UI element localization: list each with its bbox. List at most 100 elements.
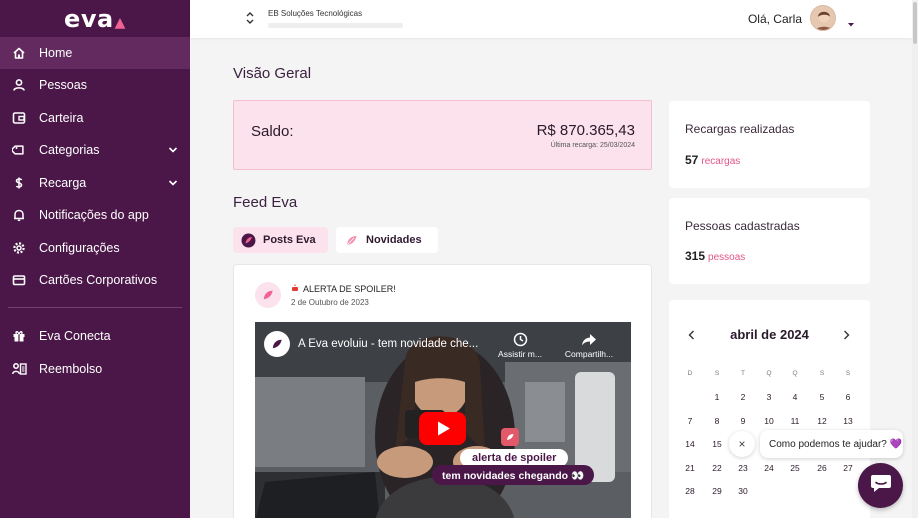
calendar-day[interactable]: 14 [679, 439, 701, 449]
calendar-day[interactable]: 21 [679, 463, 701, 473]
watch-later-button[interactable]: Assistir m... [488, 332, 552, 359]
page-scrollbar[interactable] [912, 0, 918, 518]
calendar-next-button[interactable] [839, 328, 853, 342]
sidebar-item-label: Configurações [39, 240, 120, 255]
sidebar-item-configuracoes[interactable]: Configurações [0, 232, 190, 265]
calendar-day[interactable]: 27 [837, 463, 859, 473]
sidebar-item-label: Reembolso [39, 361, 103, 376]
eva-circle-icon [241, 233, 256, 248]
logo-text: eva [64, 4, 114, 33]
feed-title: Feed Eva [233, 194, 298, 211]
bell-icon [10, 206, 28, 224]
video-player[interactable]: A Eva evoluiu - tem novidade che... Assi… [255, 322, 631, 518]
calendar-weekday: S [819, 370, 825, 377]
people-label: Pessoas cadastradas [685, 219, 800, 233]
scrollbar-thumb[interactable] [913, 2, 917, 44]
chevron-down-icon[interactable] [168, 177, 178, 191]
calendar-day[interactable]: 30 [732, 486, 754, 496]
eva-avatar [255, 282, 281, 308]
share-icon [557, 332, 621, 348]
sidebar-item-notificacoes[interactable]: Notificações do app [0, 199, 190, 232]
calendar-day[interactable]: 4 [784, 392, 806, 402]
sidebar-item-label: Recarga [39, 175, 87, 190]
calendar-day[interactable]: 22 [706, 463, 728, 473]
recharges-value: 57 recargas [685, 153, 740, 167]
calendar-weekday: D [687, 370, 693, 377]
company-name: EB Soluções Tecnológicas [268, 9, 363, 18]
company-switcher[interactable]: EB Soluções Tecnológicas [246, 9, 403, 30]
gear-icon [10, 239, 28, 257]
calendar-day[interactable]: 13 [837, 416, 859, 426]
sidebar-item-pessoas[interactable]: Pessoas [0, 69, 190, 102]
sidebar-item-label: Eva Conecta [39, 329, 111, 344]
calendar-day[interactable]: 12 [811, 416, 833, 426]
balance-value: R$ 870.365,43 [536, 122, 635, 139]
calendar-weekday: S [845, 370, 851, 377]
watch-later-label: Assistir m... [498, 349, 542, 359]
sidebar-item-home[interactable]: Home [0, 37, 190, 69]
avatar[interactable] [810, 5, 836, 31]
tab-novidades[interactable]: Novidades [336, 227, 438, 253]
calendar-day[interactable]: 24 [758, 463, 780, 473]
chat-prompt[interactable]: Como podemos te ajudar? 💜 [760, 430, 903, 458]
calendar-day[interactable]: 6 [837, 392, 859, 402]
calendar: abril de 2024 D S T Q Q S S 1 2 3 4 5 6 7 8 9 10 11 12 13 14… [669, 300, 870, 518]
chat-close-button[interactable]: × [729, 431, 755, 457]
calendar-day[interactable]: 29 [706, 486, 728, 496]
sidebar-nav-secondary: Eva Conecta Reembolso [0, 320, 190, 385]
post-title: ALERTA DE SPOILER! [291, 284, 396, 294]
recharges-count: 57 [685, 153, 699, 167]
eva-logo[interactable]: eva ▲ [0, 0, 190, 37]
eva-badge-icon [501, 428, 519, 446]
sidebar-item-eva-conecta[interactable]: Eva Conecta [0, 320, 190, 353]
calendar-weekday: T [741, 370, 745, 377]
sidebar: eva ▲ Home Pessoas Carteira Categorias Re… [0, 0, 190, 518]
post-title-text: ALERTA DE SPOILER! [303, 284, 396, 294]
sidebar-item-carteira[interactable]: Carteira [0, 102, 190, 135]
calendar-day[interactable]: 9 [732, 416, 754, 426]
calendar-day[interactable]: 25 [784, 463, 806, 473]
calendar-day[interactable]: 8 [706, 416, 728, 426]
calendar-day[interactable]: 28 [679, 486, 701, 496]
recharges-card: Recargas realizadas 57 recargas [669, 101, 870, 188]
calendar-day[interactable]: 7 [679, 416, 701, 426]
share-label: Compartilh... [564, 349, 614, 359]
person-icon [10, 76, 28, 94]
calendar-day[interactable]: 23 [732, 463, 754, 473]
sidebar-divider [8, 306, 182, 308]
sidebar-item-reembolso[interactable]: Reembolso [0, 353, 190, 386]
calendar-day[interactable]: 3 [758, 392, 780, 402]
calendar-day[interactable]: 26 [811, 463, 833, 473]
calendar-day[interactable]: 1 [706, 392, 728, 402]
tab-label: Novidades [366, 234, 422, 246]
chevron-down-icon[interactable] [168, 144, 178, 158]
share-button[interactable]: Compartilh... [557, 332, 621, 359]
sidebar-nav: Home Pessoas Carteira Categorias Recarga… [0, 37, 190, 297]
youtube-play-icon[interactable] [419, 412, 466, 445]
calendar-weekday: S [714, 370, 720, 377]
caret-down-icon[interactable] [847, 15, 855, 33]
siren-icon [291, 284, 299, 294]
channel-avatar[interactable] [264, 331, 290, 357]
tab-posts-eva[interactable]: Posts Eva [233, 227, 328, 253]
chat-bubble-icon [870, 473, 892, 498]
calendar-day[interactable]: 2 [732, 392, 754, 402]
sidebar-item-label: Home [39, 46, 73, 60]
sidebar-item-cartoes-corporativos[interactable]: Cartões Corporativos [0, 264, 190, 297]
sidebar-item-label: Cartões Corporativos [39, 273, 158, 288]
people-unit: pessoas [708, 252, 746, 263]
chat-open-button[interactable] [858, 463, 903, 508]
page-title: Visão Geral [233, 65, 312, 82]
sidebar-item-categorias[interactable]: Categorias [0, 134, 190, 167]
calendar-day[interactable]: 10 [758, 416, 780, 426]
calendar-day[interactable]: 15 [706, 439, 728, 449]
topbar: EB Soluções Tecnológicas Olá, Carla [190, 0, 912, 38]
reimburse-icon [10, 360, 28, 378]
calendar-day[interactable]: 5 [811, 392, 833, 402]
company-subtitle-placeholder [268, 23, 403, 28]
feed-post-card: ALERTA DE SPOILER! 2 de Outubro de 2023 … [233, 264, 652, 518]
video-title[interactable]: A Eva evoluiu - tem novidade che... [298, 338, 478, 350]
wallet-icon [10, 109, 28, 127]
sidebar-item-recarga[interactable]: Recarga [0, 167, 190, 200]
calendar-day[interactable]: 11 [784, 416, 806, 426]
